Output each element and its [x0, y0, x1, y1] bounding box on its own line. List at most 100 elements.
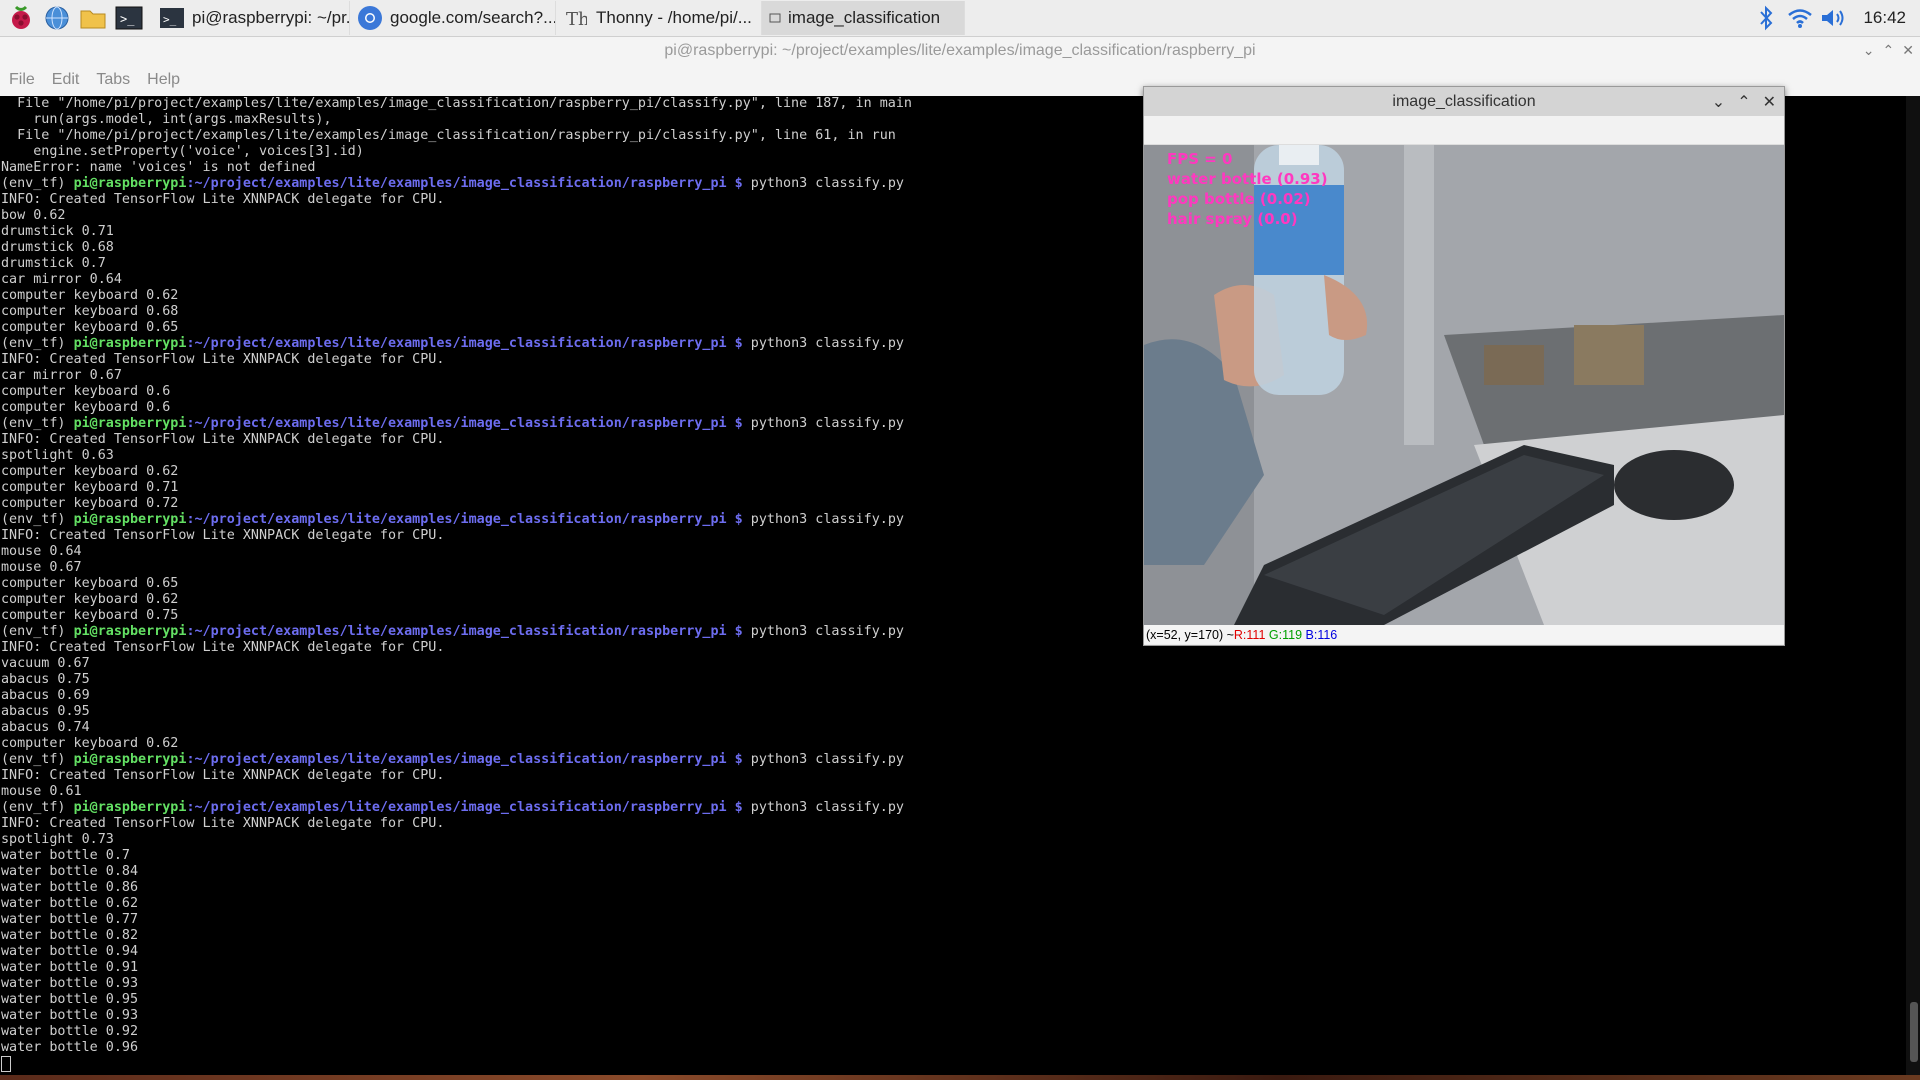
output-line: NameError: name 'voices' is not defined	[1, 160, 316, 175]
minimize-icon[interactable]: ⌄	[1712, 92, 1725, 112]
fps-label: FPS = 0	[1167, 150, 1233, 168]
output-line: computer keyboard 0.6	[1, 384, 171, 399]
menu-file[interactable]: File	[9, 71, 35, 89]
menu-tabs[interactable]: Tabs	[96, 71, 130, 89]
output-line: computer keyboard 0.62	[1, 288, 179, 303]
clock[interactable]: 16:42	[1851, 8, 1920, 28]
bluetooth-icon[interactable]	[1749, 3, 1783, 33]
terminal-scrollbar[interactable]	[1906, 96, 1920, 1076]
raspberry-menu-icon[interactable]	[6, 3, 36, 33]
close-icon[interactable]: ✕	[1902, 42, 1914, 59]
output-line: abacus 0.75	[1, 672, 90, 687]
task-thonny[interactable]: Th Thonny - /home/pi/...	[556, 1, 762, 35]
prompt-user: pi@raspberrypi	[73, 800, 187, 815]
output-line: File "/home/pi/project/examples/lite/exa…	[1, 96, 912, 111]
prompt-line: (env_tf) pi@raspberrypi:~/project/exampl…	[1, 416, 904, 431]
red-value: R:111	[1233, 627, 1266, 642]
prediction-1: water bottle (0.93)	[1167, 170, 1328, 188]
chromium-icon	[356, 4, 384, 32]
svg-text:Th: Th	[566, 9, 587, 29]
prompt-user: pi@raspberrypi	[73, 416, 187, 431]
task-label: Thonny - /home/pi/...	[596, 8, 752, 27]
volume-icon[interactable]	[1817, 3, 1851, 33]
minimize-icon[interactable]: ⌄	[1863, 42, 1875, 59]
task-label: pi@raspberrypi: ~/pr...	[192, 8, 350, 27]
prompt-line: (env_tf) pi@raspberrypi:~/project/exampl…	[1, 176, 904, 191]
prediction-2: pop bottle (0.02)	[1167, 190, 1311, 208]
output-line: water bottle 0.82	[1, 928, 139, 943]
terminal-titlebar[interactable]: pi@raspberrypi: ~/project/examples/lite/…	[0, 37, 1920, 64]
file-manager-icon[interactable]	[78, 3, 108, 33]
prompt-env: (env_tf)	[1, 752, 74, 767]
output-line: spotlight 0.73	[1, 832, 114, 847]
output-line: water bottle 0.94	[1, 944, 139, 959]
output-line: drumstick 0.71	[1, 224, 114, 239]
task-terminal[interactable]: >_ pi@raspberrypi: ~/pr...	[152, 1, 350, 35]
command-text: python3 classify.py	[742, 336, 904, 351]
web-browser-icon[interactable]	[42, 3, 72, 33]
prompt-path: :~/project/examples/lite/examples/image_…	[186, 800, 743, 815]
output-line: water bottle 0.96	[1, 1040, 139, 1055]
output-line: INFO: Created TensorFlow Lite XNNPACK de…	[1, 432, 445, 447]
menu-help[interactable]: Help	[147, 71, 180, 89]
command-text: python3 classify.py	[742, 624, 904, 639]
image-classification-window[interactable]: image_classification ⌄ ⌃ ✕ FPS = 0 water…	[1143, 86, 1785, 646]
output-line: computer keyboard 0.62	[1, 464, 179, 479]
output-line: water bottle 0.92	[1, 1024, 139, 1039]
output-line: INFO: Created TensorFlow Lite XNNPACK de…	[1, 640, 445, 655]
prompt-path: :~/project/examples/lite/examples/image_…	[186, 624, 743, 639]
command-text: python3 classify.py	[742, 800, 904, 815]
output-line: INFO: Created TensorFlow Lite XNNPACK de…	[1, 528, 445, 543]
prompt-env: (env_tf)	[1, 512, 74, 527]
image-window-title: image_classification	[1392, 92, 1536, 110]
output-line: drumstick 0.68	[1, 240, 114, 255]
prompt-env: (env_tf)	[1, 336, 74, 351]
cursor-coordinates: (x=52, y=170) ~	[1146, 627, 1234, 642]
output-line: abacus 0.95	[1, 704, 90, 719]
task-label: google.com/search?...	[390, 8, 556, 27]
output-line: computer keyboard 0.72	[1, 496, 179, 511]
system-tray: 16:42	[1749, 0, 1920, 36]
output-line: computer keyboard 0.75	[1, 608, 179, 623]
output-line: water bottle 0.7	[1, 848, 130, 863]
output-line: computer keyboard 0.6	[1, 400, 171, 415]
maximize-icon[interactable]: ⌃	[1737, 92, 1750, 112]
wifi-icon[interactable]	[1783, 3, 1817, 33]
prompt-path: :~/project/examples/lite/examples/image_…	[186, 416, 743, 431]
output-line: File "/home/pi/project/examples/lite/exa…	[1, 128, 896, 143]
prompt-path: :~/project/examples/lite/examples/image_…	[186, 336, 743, 351]
output-line: computer keyboard 0.65	[1, 320, 179, 335]
task-browser[interactable]: google.com/search?...	[350, 1, 556, 35]
task-image-classification[interactable]: image_classification	[762, 1, 965, 35]
prompt-path: :~/project/examples/lite/examples/image_…	[186, 176, 743, 191]
close-icon[interactable]: ✕	[1763, 92, 1776, 112]
output-line: water bottle 0.86	[1, 880, 139, 895]
maximize-icon[interactable]: ⌃	[1883, 42, 1895, 59]
terminal-launcher-icon[interactable]: >_	[114, 3, 144, 33]
output-line: abacus 0.69	[1, 688, 90, 703]
output-line: computer keyboard 0.71	[1, 480, 179, 495]
image-window-titlebar[interactable]: image_classification ⌄ ⌃ ✕	[1144, 87, 1784, 116]
output-line: computer keyboard 0.62	[1, 736, 179, 751]
camera-feed[interactable]: FPS = 0 water bottle (0.93) pop bottle (…	[1144, 145, 1784, 625]
output-line: computer keyboard 0.65	[1, 576, 179, 591]
output-line: car mirror 0.64	[1, 272, 122, 287]
output-line: mouse 0.64	[1, 544, 82, 559]
task-label: image_classification	[788, 8, 941, 27]
prompt-path: :~/project/examples/lite/examples/image_…	[186, 512, 743, 527]
taskbar: >_ >_ pi@raspberrypi: ~/pr... google.com…	[0, 0, 1920, 37]
scroll-thumb[interactable]	[1910, 1002, 1918, 1062]
output-line: water bottle 0.93	[1, 1008, 139, 1023]
output-line: water bottle 0.91	[1, 960, 139, 975]
blue-value: B:116	[1305, 627, 1338, 642]
command-text: python3 classify.py	[742, 176, 904, 191]
command-text: python3 classify.py	[742, 416, 904, 431]
prompt-line: (env_tf) pi@raspberrypi:~/project/exampl…	[1, 624, 904, 639]
svg-text:>_: >_	[163, 13, 177, 26]
prompt-env: (env_tf)	[1, 416, 74, 431]
output-line: water bottle 0.62	[1, 896, 139, 911]
output-line: water bottle 0.84	[1, 864, 139, 879]
menu-edit[interactable]: Edit	[52, 71, 80, 89]
prompt-line: (env_tf) pi@raspberrypi:~/project/exampl…	[1, 800, 904, 815]
output-line: INFO: Created TensorFlow Lite XNNPACK de…	[1, 768, 445, 783]
